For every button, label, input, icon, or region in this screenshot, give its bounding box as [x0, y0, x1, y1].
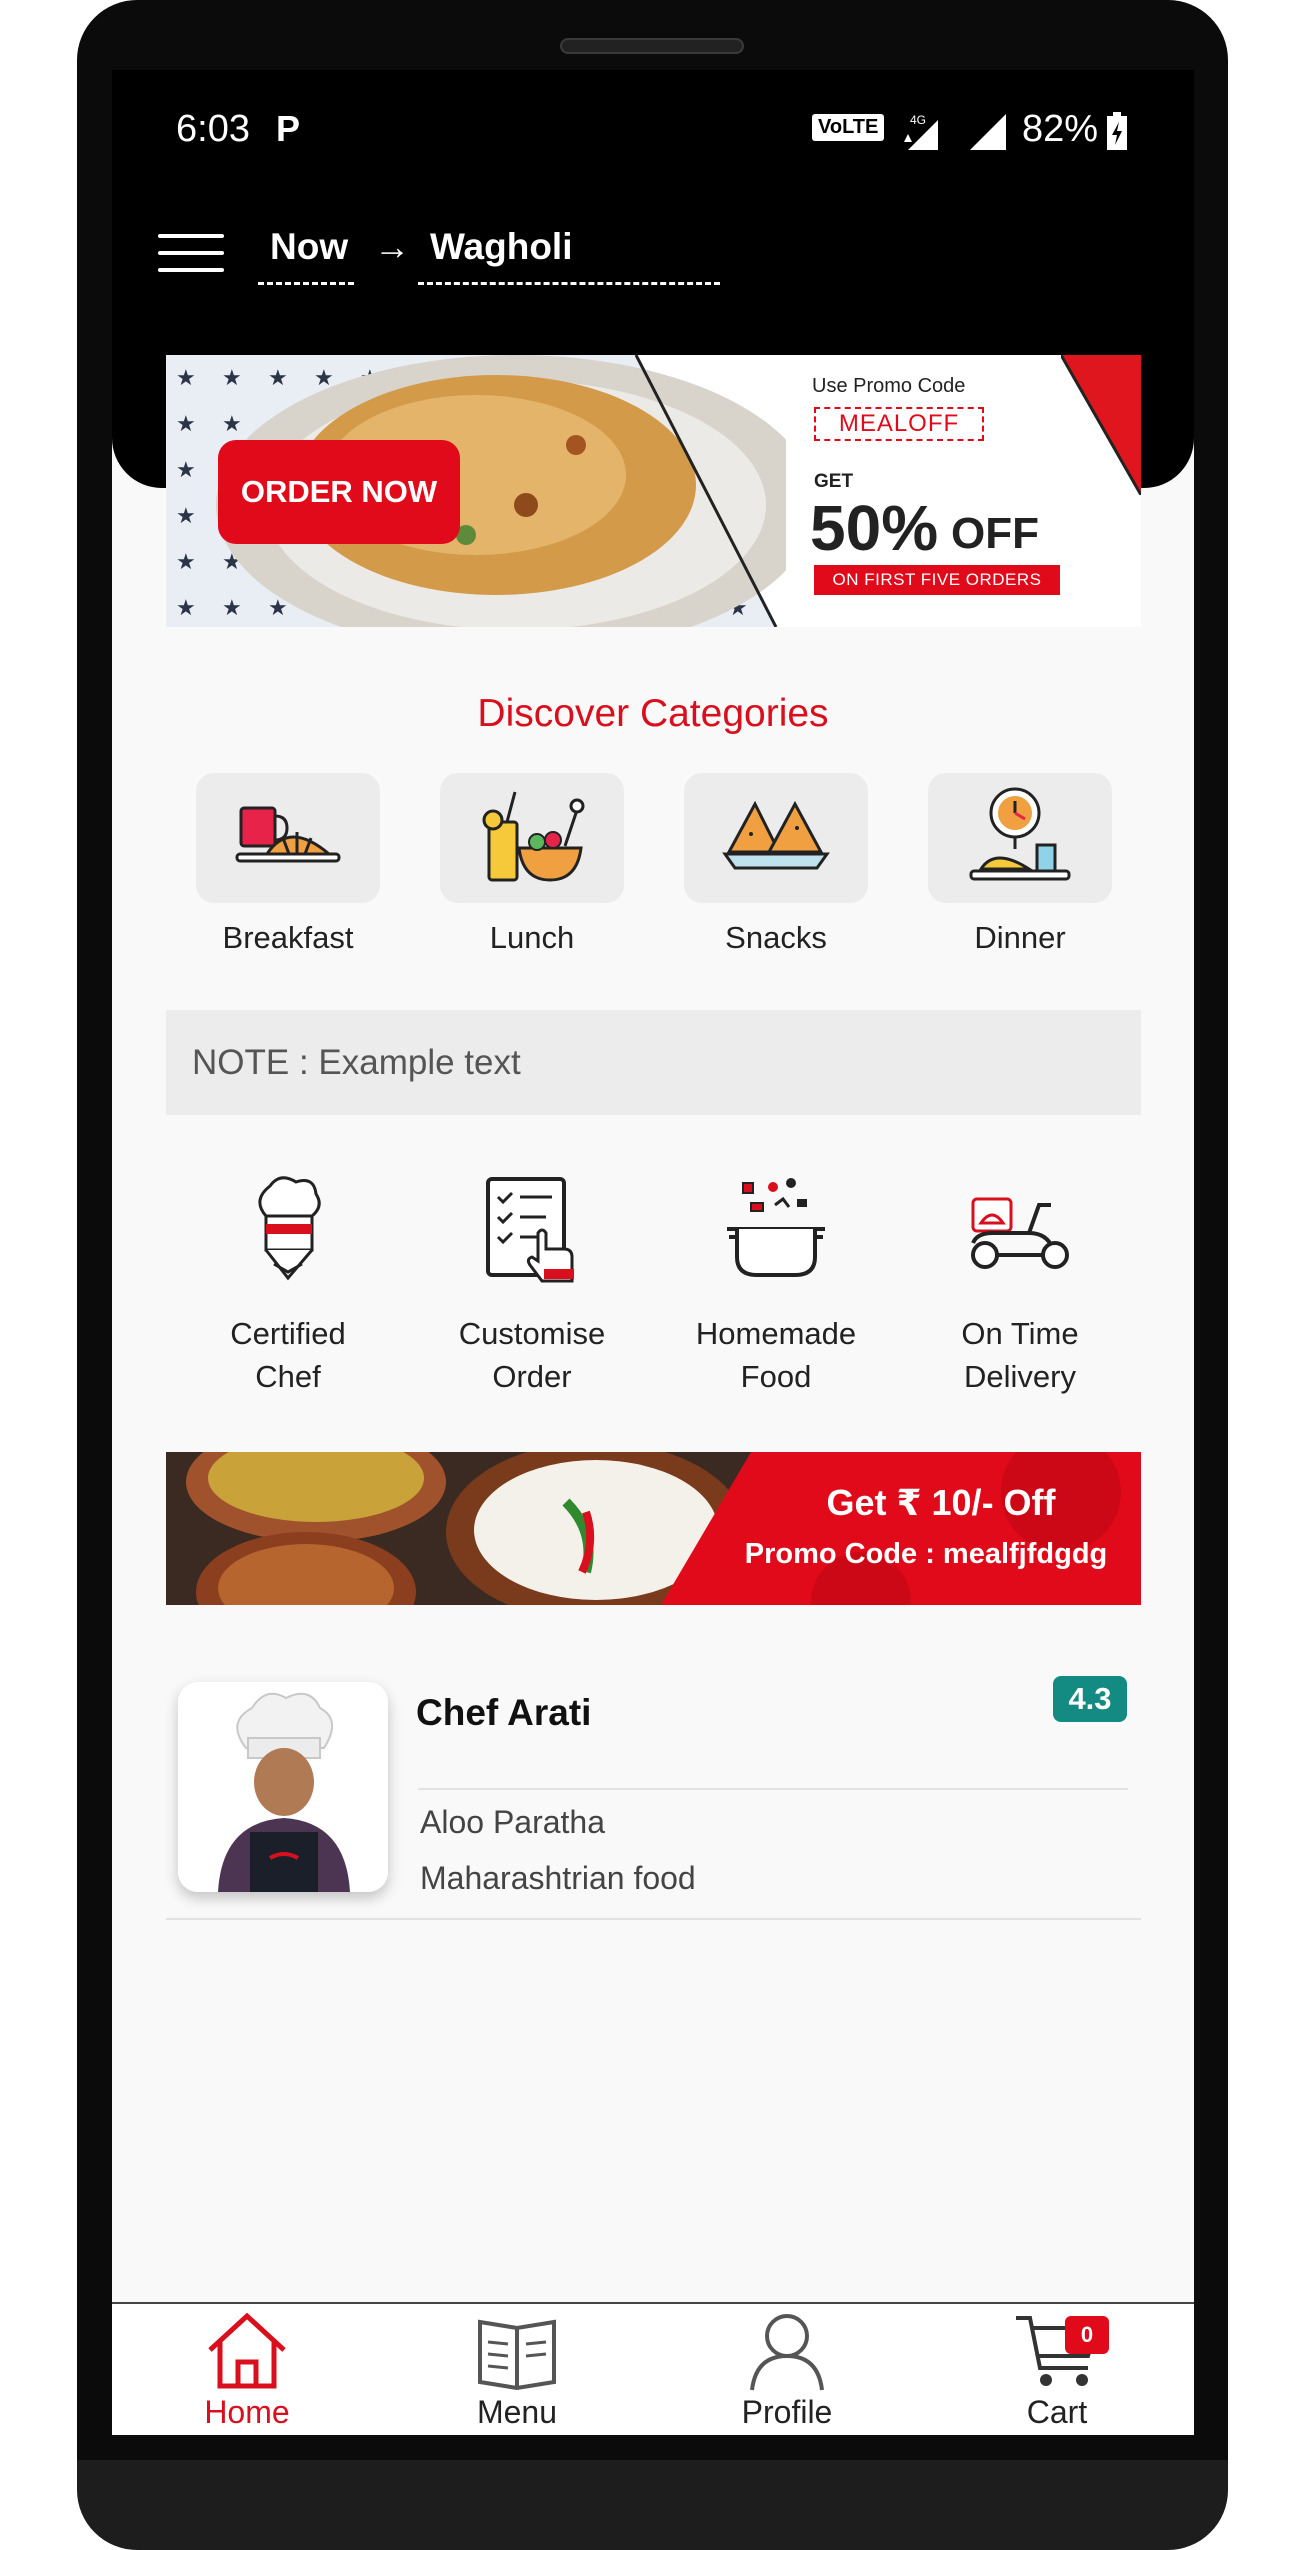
- location-selector[interactable]: Wagholi: [430, 226, 573, 268]
- app-screen: 6:03 P VoLTE 4G 82% Now → Wagholi ORDER …: [112, 70, 1194, 2435]
- feature-label-line2: Order: [492, 1359, 572, 1394]
- feature-label-line1: Homemade: [695, 1316, 857, 1351]
- offer-promo-code: Promo Code : mealfjfdgdg: [744, 1538, 1108, 1570]
- location-underline: [418, 282, 720, 285]
- chef-hat-icon: [258, 1176, 321, 1281]
- order-now-button[interactable]: ORDER NOW: [218, 440, 460, 544]
- nav-menu-label: Menu: [476, 2394, 558, 2430]
- arrow-right-icon: →: [374, 226, 410, 267]
- promo-get-label: GET: [814, 471, 854, 492]
- signal-icon: [970, 114, 1006, 150]
- feature-label: On Time Delivery: [905, 1312, 1135, 1398]
- feature-label: Customise Order: [417, 1312, 647, 1398]
- chef-divider: [418, 1788, 1128, 1790]
- feature-label-line2: Chef: [255, 1359, 321, 1394]
- feature-homemade-food: [716, 1170, 836, 1290]
- category-dinner[interactable]: [928, 773, 1112, 903]
- promo-off-label: OFF: [951, 509, 1039, 558]
- category-snacks[interactable]: [684, 773, 868, 903]
- category-breakfast[interactable]: [196, 773, 380, 903]
- chef-name: Chef Arati: [416, 1692, 592, 1733]
- volte-badge: VoLTE: [812, 114, 885, 141]
- home-icon: [208, 2312, 286, 2389]
- status-time: 6:03: [176, 108, 250, 150]
- profile-icon: [750, 2314, 824, 2391]
- chef-dish: Aloo Paratha: [420, 1804, 606, 1840]
- note-banner: NOTE : Example text: [166, 1010, 1141, 1115]
- status-bar: 6:03 P VoLTE 4G 82%: [112, 108, 1194, 168]
- snacks-icon: [722, 800, 830, 870]
- time-underline: [258, 282, 354, 285]
- cooking-pot-icon: [727, 1178, 825, 1277]
- feature-label-line2: Delivery: [964, 1359, 1076, 1394]
- feature-customise-order: [472, 1170, 592, 1290]
- nav-cart-label: Cart: [1026, 2394, 1088, 2430]
- promo-code: MEALOFF: [814, 407, 984, 441]
- menu-book-icon: [478, 2319, 556, 2390]
- offer-red-panel: [661, 1452, 1141, 1605]
- offer-title: Get ₹ 10/- Off: [826, 1482, 1056, 1523]
- location-toolbar: Now → Wagholi: [112, 220, 1194, 320]
- battery-icon: [1107, 112, 1127, 150]
- chef-cuisine: Maharashtrian food: [420, 1860, 696, 1896]
- lunch-icon: [482, 791, 585, 882]
- cart-count-badge: 0: [1065, 2316, 1109, 2354]
- category-label: Snacks: [725, 920, 827, 955]
- breakfast-icon: [235, 806, 341, 863]
- discover-categories-title: Discover Categories: [477, 692, 829, 735]
- bottom-navigation: Home Menu Profile 0 Cart: [112, 2302, 1194, 2435]
- promo-corner-stripe: [1061, 355, 1141, 495]
- feature-label-line1: Certified: [230, 1316, 346, 1351]
- rating-badge: 4.3: [1053, 1676, 1127, 1722]
- dinner-icon: [969, 787, 1071, 881]
- feature-label: Certified Chef: [173, 1312, 403, 1398]
- delivery-scooter-icon: [971, 1197, 1069, 1269]
- promo-condition: ON FIRST FIVE ORDERS: [814, 565, 1060, 595]
- network-label: 4G: [910, 113, 926, 127]
- phone-chin: [77, 2460, 1228, 2550]
- phone-speaker: [560, 38, 744, 54]
- notification-icon: P: [276, 108, 301, 149]
- chef-photo-image: [178, 1682, 388, 1892]
- nav-profile-label: Profile: [741, 2394, 833, 2430]
- chef-avatar: [178, 1682, 388, 1892]
- category-label: Lunch: [489, 920, 575, 955]
- nav-home[interactable]: Home: [147, 2304, 347, 2435]
- nav-home-label: Home: [204, 2394, 290, 2430]
- feature-label-line2: Food: [740, 1359, 812, 1394]
- feature-label-line1: On Time: [961, 1316, 1079, 1351]
- chef-card[interactable]: Chef Arati 4.3 Aloo Paratha Maharashtria…: [166, 1670, 1141, 1920]
- category-lunch[interactable]: [440, 773, 624, 903]
- nav-profile[interactable]: Profile: [687, 2304, 887, 2435]
- category-label: Breakfast: [222, 920, 354, 955]
- nav-menu[interactable]: Menu: [417, 2304, 617, 2435]
- battery-percent: 82%: [1022, 108, 1099, 150]
- hamburger-menu-icon[interactable]: [158, 234, 224, 274]
- feature-on-time-delivery: [960, 1170, 1080, 1290]
- feature-label-line1: Customise: [458, 1316, 606, 1351]
- promo-discount: 50%: [810, 492, 939, 564]
- checklist-icon: [486, 1177, 574, 1283]
- network-4g-icon: 4G: [904, 113, 938, 150]
- promo-banner[interactable]: ★ ORDER NOW Use Promo Code MEALOFF GET 5…: [166, 355, 1141, 627]
- feature-label: Homemade Food: [661, 1312, 891, 1398]
- feature-certified-chef: [228, 1170, 348, 1290]
- promo-use-code-label: Use Promo Code: [812, 375, 966, 397]
- offer-banner[interactable]: Get ₹ 10/- Off Promo Code : mealfjfdgdg: [166, 1452, 1141, 1605]
- delivery-time-selector[interactable]: Now: [270, 226, 348, 268]
- category-label: Dinner: [974, 920, 1066, 955]
- nav-cart[interactable]: 0 Cart: [957, 2304, 1157, 2435]
